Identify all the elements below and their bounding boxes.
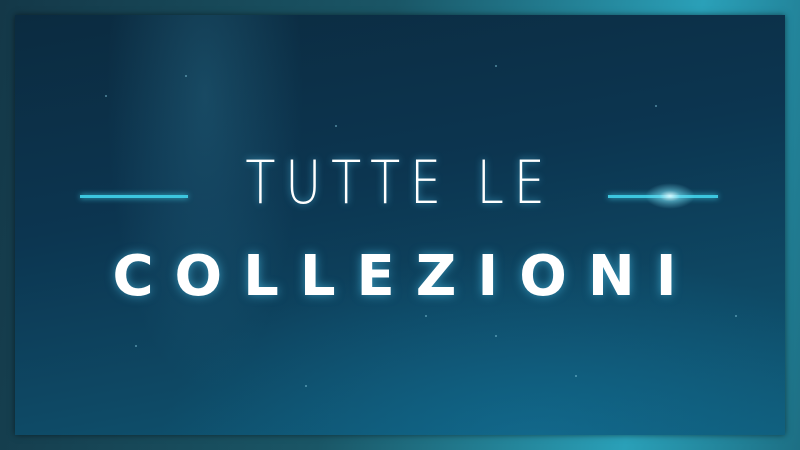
star-particle — [735, 315, 737, 317]
star-particle — [495, 335, 497, 337]
title-line-2: COLLEZIONI — [112, 244, 698, 309]
light-flare — [645, 183, 695, 209]
banner-panel: TUTTE LE COLLEZIONI — [15, 15, 785, 435]
star-particle — [495, 65, 497, 67]
star-particle — [305, 385, 307, 387]
star-particle — [425, 315, 427, 317]
star-particle — [185, 75, 187, 77]
star-particle — [105, 95, 107, 97]
star-particle — [655, 105, 657, 107]
star-particle — [575, 375, 577, 377]
decorative-line-left — [80, 195, 188, 198]
star-particle — [335, 125, 337, 127]
title-line-1: TUTTE LE — [245, 148, 555, 218]
star-particle — [135, 345, 137, 347]
